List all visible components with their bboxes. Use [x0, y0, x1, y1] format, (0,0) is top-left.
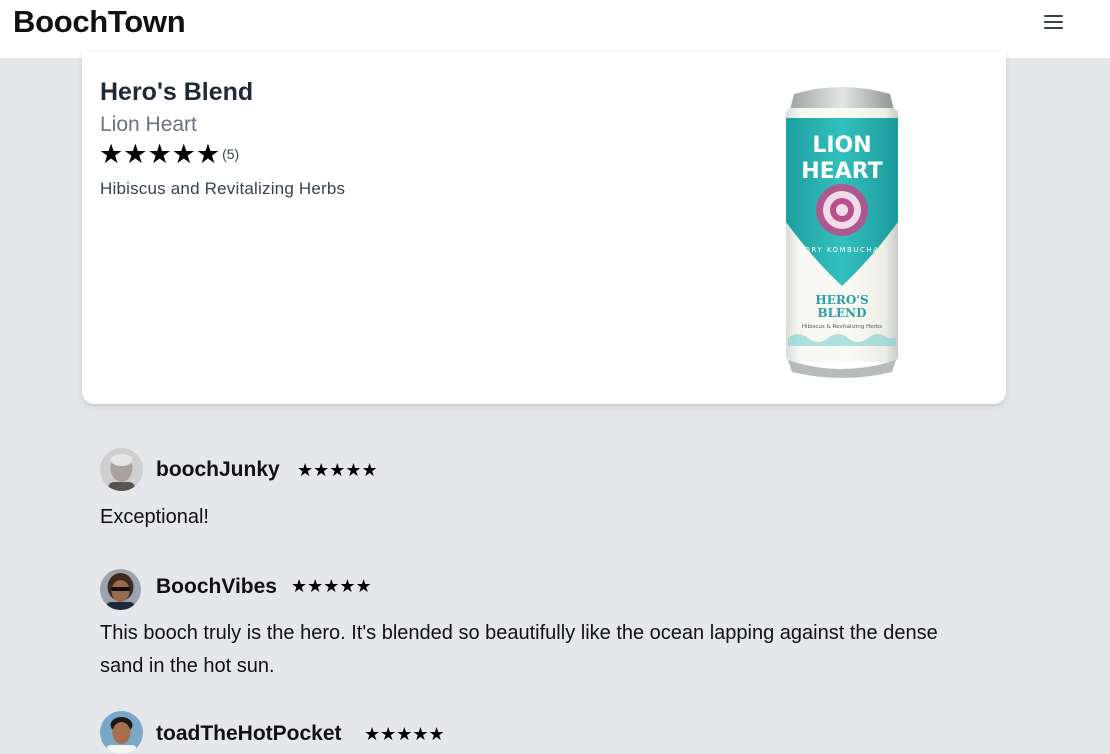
reviewer-name[interactable]: toadTheHotPocket	[156, 722, 342, 746]
can-flavor-text-1: HERO'S	[815, 293, 868, 307]
product-name: Hero's Blend	[100, 78, 254, 106]
flavor-description: Hibiscus and Revitalizing Herbs	[100, 179, 346, 198]
product-rating: ★ ★ ★ ★ ★ (5)	[99, 140, 239, 168]
reviewer-name[interactable]: BoochVibes	[156, 575, 277, 599]
star-icon: ★	[123, 139, 148, 169]
can-subtitle-text: DRY KOMBUCHA	[805, 246, 880, 254]
can-flavor-sub-text: Hibiscus & Revitalizing Herbs	[802, 324, 882, 330]
star-icon: ★	[99, 139, 124, 169]
reviewer-name[interactable]: boochJunky	[156, 458, 280, 482]
can-flavor-text-2: BLEND	[817, 306, 866, 320]
review-text: Exceptional!	[100, 506, 209, 528]
review-stars: ★★★★★	[291, 576, 372, 596]
avatar[interactable]	[100, 711, 143, 754]
review-stars: ★★★★★	[364, 724, 445, 744]
top-navigation-bar: BoochTown	[0, 0, 1110, 58]
can-brand-text-1: LION	[812, 133, 871, 158]
review-stars: ★★★★★	[297, 460, 378, 480]
star-icon: ★	[195, 139, 221, 169]
avatar[interactable]	[100, 448, 143, 491]
lion-emblem-icon	[816, 184, 868, 236]
product-can-image: LION HEART DRY KOMBUCHA HERO'S BLEND Hib…	[780, 82, 905, 382]
avatar[interactable]	[100, 569, 141, 610]
can-brand-text-2: HEART	[801, 159, 882, 184]
brewery-name[interactable]: Lion Heart	[100, 113, 197, 137]
review-text: This booch truly is the hero. It's blend…	[100, 622, 938, 677]
hamburger-menu-icon[interactable]	[1040, 10, 1068, 34]
brand-logo[interactable]: BoochTown	[13, 4, 186, 40]
star-icon: ★	[147, 139, 172, 169]
product-card: Hero's Blend Lion Heart ★ ★ ★ ★ ★ (5) Hi…	[82, 52, 1006, 404]
rating-count: (5)	[222, 146, 240, 162]
star-icon: ★	[171, 139, 196, 169]
